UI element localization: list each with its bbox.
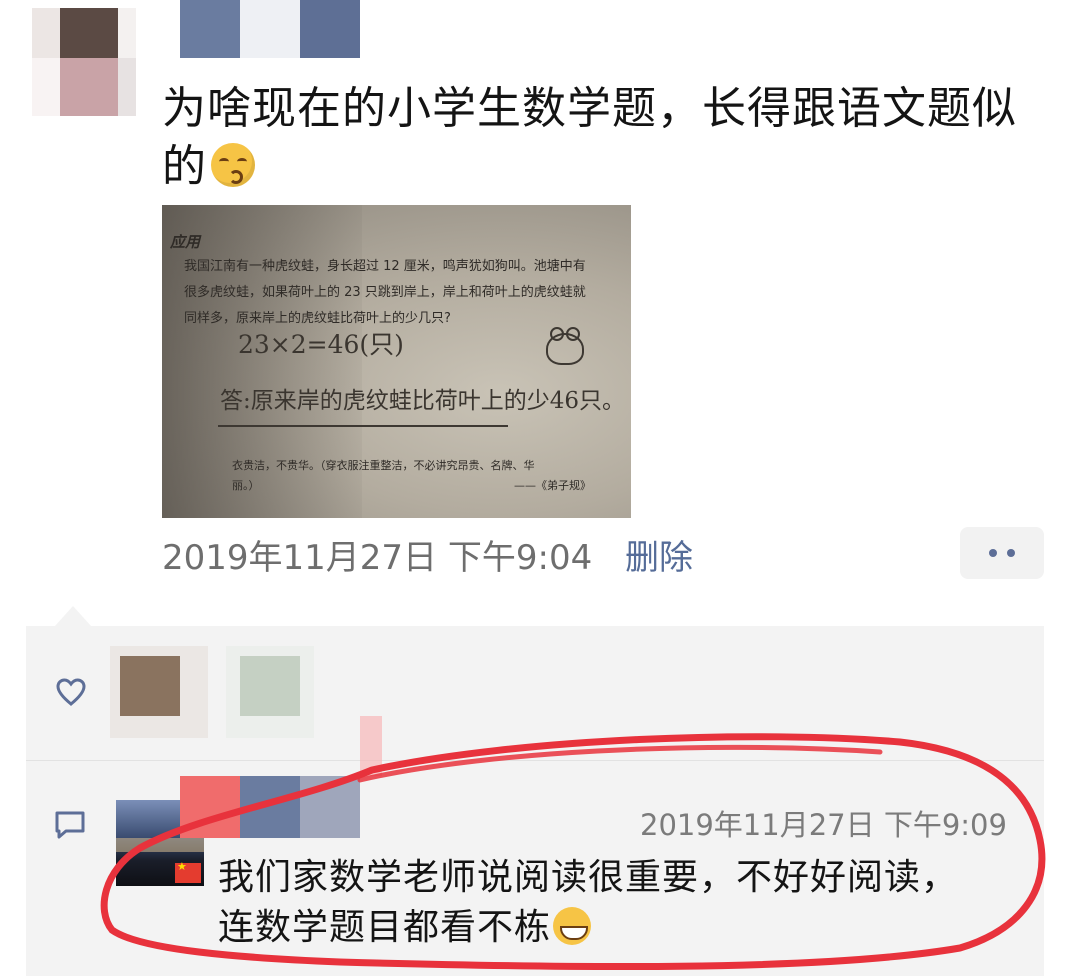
liker-avatar[interactable]: [110, 646, 208, 738]
comment-text-line2: 连数学题目都看不栋: [218, 907, 552, 948]
post-timestamp: 2019年11月27日 下午9:04: [162, 538, 593, 578]
comment-timestamp: 2019年11月27日 下午9:09: [640, 808, 1007, 842]
photo-handwritten-answer: 答:原来岸的虎纹蛙比荷叶上的少46只。: [220, 388, 626, 414]
post-text-line1: 为啥现在的小学生数学题，长得跟语文题似: [162, 83, 1017, 134]
red-pixel-block: [360, 716, 382, 776]
more-dots-icon-dot: [1007, 549, 1015, 557]
liker-avatar[interactable]: [226, 646, 314, 738]
photo-question-line2: 很多虎纹蛙，如果荷叶上的 23 只跳到岸上，岸上和荷叶上的虎纹蛙就: [184, 285, 586, 300]
kissing-face-icon: [211, 143, 255, 187]
interaction-divider: [26, 760, 1044, 761]
photo-handwritten-calc: 23×2=46(只): [238, 330, 404, 359]
comment-text-line1: 我们家数学老师说阅读很重要，不好好阅读，: [218, 857, 959, 898]
post-avatar[interactable]: [32, 8, 136, 116]
grinning-face-icon: [553, 907, 592, 945]
photo-footer-line1: 衣贵洁，不贵华。（穿衣服注重整洁，不必讲究昂贵、名牌、华: [232, 459, 535, 472]
post-photo[interactable]: 应用 我国江南有一种虎纹蛙，身长超过 12 厘米，鸣声犹如狗叫。池塘中有 很多虎…: [162, 205, 631, 518]
delete-button[interactable]: 删除: [625, 530, 693, 579]
photo-heading: 应用: [170, 233, 201, 251]
more-button[interactable]: [960, 527, 1044, 579]
answer-underline: [218, 425, 508, 427]
photo-footer-source: ——《弟子规》: [514, 479, 591, 492]
post-text-line2: 的: [162, 141, 207, 192]
frog-illustration-eye-left: [550, 327, 564, 341]
post-text: 为啥现在的小学生数学题，长得跟语文题似 的: [162, 80, 1042, 196]
heart-outline-icon: [56, 678, 86, 706]
interaction-pointer: [55, 606, 91, 626]
frog-illustration-eye-right: [566, 327, 580, 341]
commenter-name[interactable]: [180, 776, 360, 838]
china-flag-icon: [175, 860, 201, 883]
comment-icon: [55, 811, 85, 839]
photo-footer-line2: 丽。）: [232, 479, 260, 492]
post-author-name[interactable]: [165, 0, 390, 58]
photo-question-line3: 同样多，原来岸上的虎纹蛙比荷叶上的少几只?: [184, 311, 451, 326]
photo-question-line1: 我国江南有一种虎纹蛙，身长超过 12 厘米，鸣声犹如狗叫。池塘中有: [184, 259, 586, 274]
comment-text[interactable]: 我们家数学老师说阅读很重要，不好好阅读， 连数学题目都看不栋: [218, 853, 1018, 953]
more-dots-icon: [989, 549, 997, 557]
